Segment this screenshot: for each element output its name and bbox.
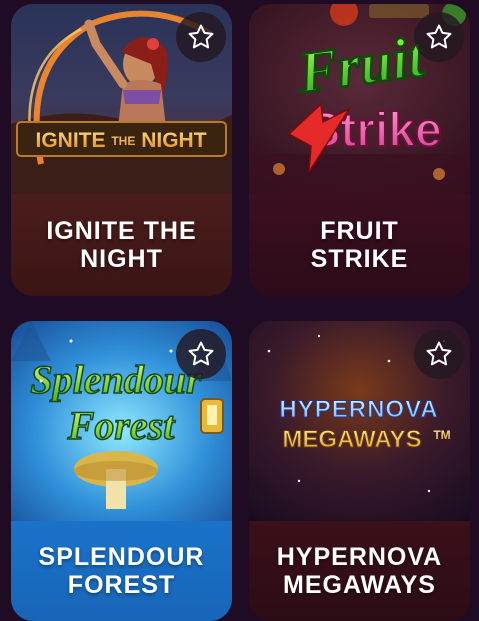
game-title-fruit-strike: FRUIT STRIKE <box>310 217 409 273</box>
favorite-button-splendour-forest[interactable] <box>176 329 226 379</box>
game-caption-splendour-forest: SPLENDOUR FOREST <box>11 521 232 621</box>
star-outline-icon <box>426 341 452 366</box>
game-logo-hypernova-megaways: HYPERNOVA <box>279 396 438 423</box>
favorite-button-fruit-strike[interactable] <box>414 12 464 62</box>
game-caption-hypernova-megaways: HYPERNOVA MEGAWAYS <box>249 521 470 621</box>
game-title-ignite-the-night: IGNITE THE NIGHT <box>46 217 197 273</box>
game-card-fruit-strike[interactable]: Fruit Strike FRUIT STRIKE <box>249 4 470 296</box>
game-title-hypernova-megaways: HYPERNOVA MEGAWAYS <box>276 543 443 599</box>
game-caption-fruit-strike: FRUIT STRIKE <box>249 194 470 296</box>
star-outline-icon <box>426 24 452 49</box>
game-grid: IGNITE THE NIGHT IGNITE THE NIGHT Fruit … <box>0 0 479 621</box>
game-logo-hypernova-megaways-sub: MEGAWAYS <box>282 426 421 453</box>
star-outline-icon <box>188 24 214 49</box>
game-title-splendour-forest: SPLENDOUR FOREST <box>38 543 205 599</box>
game-logo-splendour-forest-sub: Forest <box>67 403 177 448</box>
favorite-button-hypernova-megaways[interactable] <box>414 329 464 379</box>
favorite-button-ignite-the-night[interactable] <box>176 12 226 62</box>
game-logo-splendour-forest: Splendour <box>30 357 202 402</box>
game-caption-ignite-the-night: IGNITE THE NIGHT <box>11 194 232 296</box>
game-card-splendour-forest[interactable]: Splendour Forest SPLENDOUR FOREST <box>11 321 232 621</box>
game-logo-trademark: TM <box>433 428 450 442</box>
game-card-ignite-the-night[interactable]: IGNITE THE NIGHT IGNITE THE NIGHT <box>11 4 232 296</box>
star-outline-icon <box>188 341 214 366</box>
game-card-hypernova-megaways[interactable]: HYPERNOVA MEGAWAYS TM HYPERNOVA MEGAWAYS <box>249 321 470 621</box>
